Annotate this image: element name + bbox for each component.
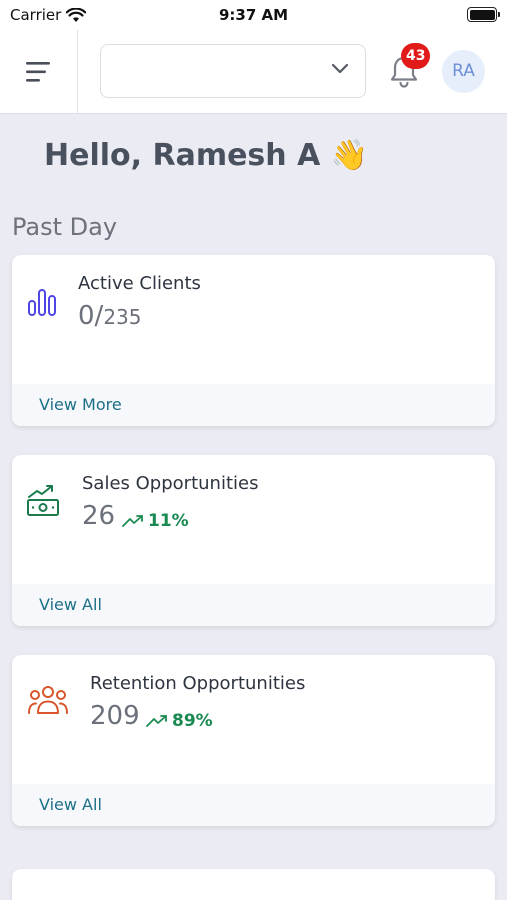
chevron-down-icon	[331, 63, 349, 74]
active-clients-count: 0/	[78, 301, 104, 331]
clock: 9:37 AM	[218, 6, 289, 24]
active-clients-card: Active Clients 0/235 View More	[12, 255, 495, 426]
card-value: 0/235	[78, 301, 142, 331]
status-bar: Carrier 9:37 AM	[0, 0, 507, 30]
trend-indicator: 89%	[146, 711, 213, 731]
card-title: Sales Opportunities	[82, 473, 259, 494]
view-all-retention-link[interactable]: View All	[39, 795, 102, 814]
next-card-partial	[12, 869, 495, 900]
menu-button[interactable]	[0, 30, 78, 114]
context-dropdown[interactable]	[100, 44, 366, 98]
retention-opportunities-card: Retention Opportunities 209 89% View All	[12, 655, 495, 826]
card-footer: View All	[12, 784, 495, 826]
active-clients-total: 235	[103, 305, 142, 329]
money-growth-icon	[27, 485, 59, 516]
retention-opportunities-count: 209	[90, 701, 140, 731]
users-group-icon	[28, 686, 68, 714]
bar-chart-icon	[28, 289, 56, 316]
trend-percentage: 89%	[172, 711, 213, 731]
greeting-heading: Hello, Ramesh A 👋	[44, 138, 369, 173]
view-all-sales-link[interactable]: View All	[39, 595, 102, 614]
sales-opportunities-card: Sales Opportunities 26 11% View All	[12, 455, 495, 626]
user-avatar[interactable]: RA	[442, 50, 485, 93]
trend-indicator: 11%	[122, 511, 189, 531]
app-header: 43 RA	[0, 30, 507, 114]
card-footer: View All	[12, 584, 495, 626]
view-more-link[interactable]: View More	[39, 395, 122, 414]
card-footer: View More	[12, 384, 495, 426]
battery-icon	[467, 7, 500, 22]
trending-up-icon	[146, 715, 167, 727]
hamburger-icon	[25, 62, 50, 82]
trending-up-icon	[122, 515, 143, 527]
sales-opportunities-count: 26	[82, 501, 116, 531]
card-title: Active Clients	[78, 273, 201, 294]
period-heading: Past Day	[12, 213, 118, 241]
trend-percentage: 11%	[148, 511, 189, 531]
card-title: Retention Opportunities	[90, 673, 306, 694]
notification-count-badge: 43	[401, 43, 431, 69]
